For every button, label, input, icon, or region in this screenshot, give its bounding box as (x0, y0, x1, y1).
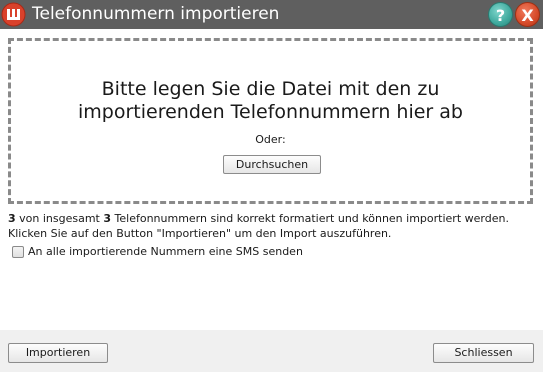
import-button[interactable]: Importieren (8, 343, 108, 363)
dialog-titlebar: Telefonnummern importieren ? X (0, 0, 543, 29)
browse-button[interactable]: Durchsuchen (223, 155, 321, 174)
valid-count: 3 (8, 212, 16, 225)
or-label: Oder: (255, 133, 286, 146)
help-icon[interactable]: ? (488, 2, 513, 27)
close-icon[interactable]: X (515, 2, 540, 27)
app-logo-icon (1, 2, 26, 27)
file-dropzone[interactable]: Bitte legen Sie die Datei mit den zu imp… (8, 38, 533, 204)
status-text-a: von insgesamt (15, 212, 104, 225)
import-hint-line: Klicken Sie auf den Button "Importieren"… (8, 227, 392, 240)
import-status-line: 3 von insgesamt 3 Telefonnummern sind ko… (8, 212, 509, 225)
close-button[interactable]: Schliessen (433, 343, 534, 363)
sms-checkbox[interactable] (12, 246, 24, 258)
dropzone-instruction-line-1: Bitte legen Sie die Datei mit den zu (101, 78, 440, 100)
sms-checkbox-label[interactable]: An alle importierende Nummern eine SMS s… (28, 245, 303, 258)
dialog-footer: Importieren Schliessen (0, 330, 543, 372)
dialog-title: Telefonnummern importieren (32, 4, 280, 24)
total-count: 3 (103, 212, 112, 225)
dropzone-instruction-line-2: importierenden Telefonnummern hier ab (78, 101, 463, 123)
status-text-b: Telefonnummern sind korrekt formatiert u… (111, 212, 509, 225)
